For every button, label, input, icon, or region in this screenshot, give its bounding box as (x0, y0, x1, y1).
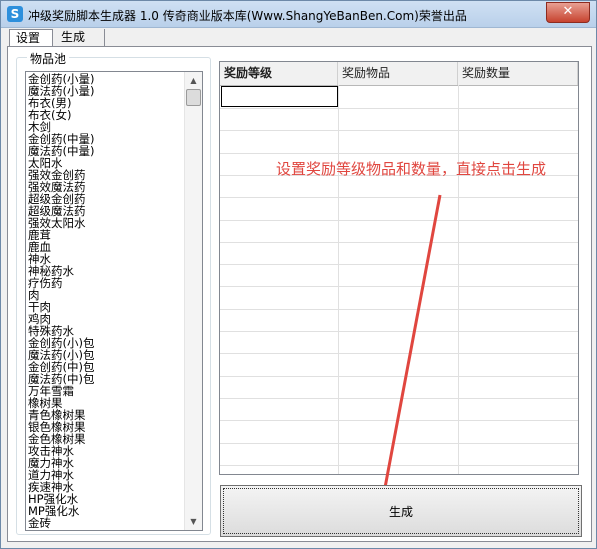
title-bar: S 冲级奖励脚本生成器 1.0 传奇商业版本库(Www.ShangYeBanBe… (1, 1, 596, 28)
close-button[interactable]: ✕ (546, 2, 590, 23)
app-window: S 冲级奖励脚本生成器 1.0 传奇商业版本库(Www.ShangYeBanBe… (0, 0, 597, 549)
window-title: 冲级奖励脚本生成器 1.0 传奇商业版本库(Www.ShangYeBanBen.… (28, 9, 467, 23)
annotation-arrow-icon (376, 194, 442, 504)
generate-button-label: 生成 (388, 505, 413, 519)
tab-generate[interactable]: 生成 (55, 29, 105, 46)
generate-button[interactable]: 生成 (220, 485, 582, 537)
settings-panel: 物品池 金创药(小量) 魔法药(小量) 布衣(男) 布衣(女) 木剑 金创药(中量) 魔法药… (7, 46, 592, 542)
tab-settings[interactable]: 设置 (9, 29, 53, 47)
app-icon: S (7, 6, 23, 22)
